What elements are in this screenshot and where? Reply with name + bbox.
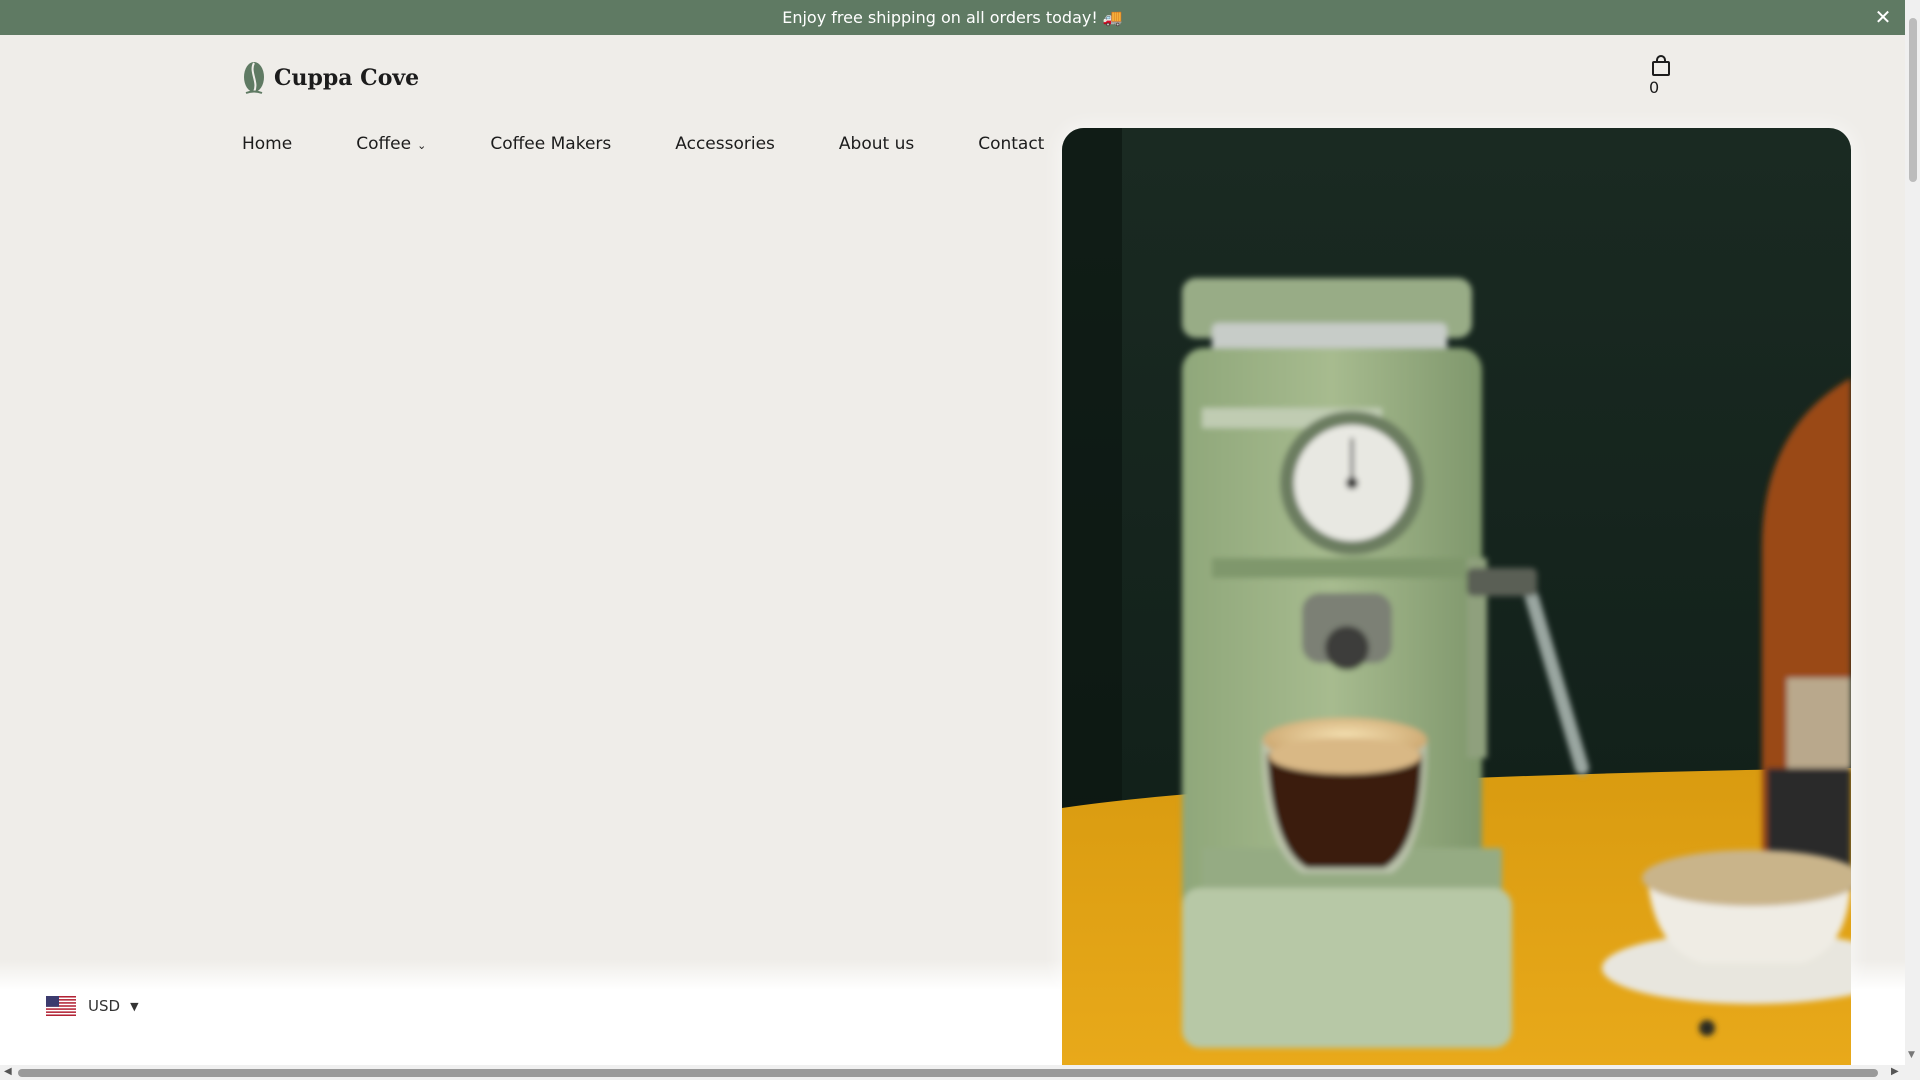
nav-item-coffee[interactable]: Coffee ⌄ — [356, 134, 426, 154]
nav-item-about-us[interactable]: About us — [839, 134, 914, 154]
shopping-bag-icon — [1652, 55, 1670, 76]
page-viewport: Enjoy free shipping on all orders today!… — [0, 0, 1905, 1065]
nav-item-contact[interactable]: Contact — [978, 134, 1044, 154]
nav-item-label: Coffee Makers — [490, 134, 612, 154]
nav-item-home[interactable]: Home — [242, 134, 292, 154]
brand-logo[interactable]: Cuppa Cove — [242, 58, 419, 98]
scroll-left-arrow-icon[interactable]: ◀ — [4, 1066, 12, 1077]
nav-item-label: Accessories — [675, 134, 775, 154]
scrollbar-corner — [1905, 1065, 1920, 1080]
coffee-bean-icon — [244, 62, 264, 94]
vertical-scrollbar-thumb[interactable] — [1909, 18, 1917, 182]
nav-item-label: About us — [838, 134, 915, 154]
main-nav: Home Coffee ⌄ Coffee Makers Accessories … — [242, 132, 1044, 156]
close-icon[interactable]: ✕ — [1871, 5, 1895, 29]
nav-item-label: Coffee — [356, 134, 412, 154]
announcement-text: Enjoy free shipping on all orders today!… — [782, 8, 1123, 27]
nav-item-label: Home — [242, 134, 293, 154]
chevron-down-icon: ⌄ — [417, 138, 427, 152]
currency-label: USD — [88, 997, 121, 1015]
caret-down-icon: ▼ — [130, 999, 139, 1013]
horizontal-scrollbar[interactable]: ◀ ▶ — [0, 1065, 1905, 1080]
nav-item-coffee-makers[interactable]: Coffee Makers — [490, 134, 611, 154]
horizontal-scrollbar-thumb[interactable] — [18, 1069, 1878, 1077]
currency-selector[interactable]: USD ▼ — [46, 994, 139, 1018]
scroll-right-arrow-icon[interactable]: ▶ — [1891, 1066, 1899, 1077]
announcement-bar: Enjoy free shipping on all orders today!… — [0, 0, 1905, 35]
vertical-scrollbar[interactable]: ▼ — [1905, 0, 1920, 1065]
cart-button[interactable]: 0 — [1647, 54, 1677, 98]
us-flag-icon — [46, 996, 76, 1016]
hero-espresso-machine-image — [1062, 128, 1851, 1065]
scroll-down-arrow-icon[interactable]: ▼ — [1908, 1050, 1915, 1060]
nav-item-accessories[interactable]: Accessories — [675, 134, 775, 154]
nav-item-label: Contact — [978, 134, 1045, 154]
brand-name: Cuppa Cove — [274, 65, 420, 91]
cart-count: 0 — [1649, 78, 1660, 97]
espresso-scene — [1062, 128, 1851, 1065]
